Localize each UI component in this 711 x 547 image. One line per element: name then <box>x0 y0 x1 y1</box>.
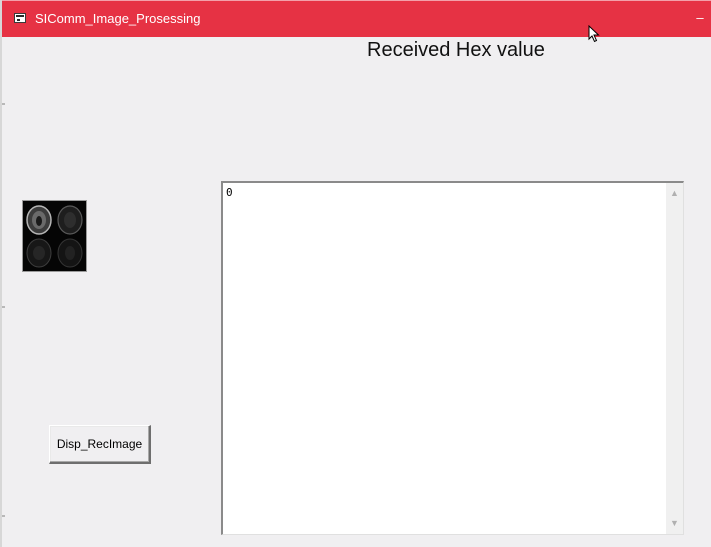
scroll-up-arrow-icon[interactable]: ▲ <box>666 185 683 202</box>
title-bar[interactable]: SIComm_Image_Prosessing – <box>2 0 711 37</box>
scroll-down-arrow-icon[interactable]: ▼ <box>666 515 683 532</box>
window-title: SIComm_Image_Prosessing <box>35 11 201 26</box>
vertical-scrollbar[interactable]: ▲ ▼ <box>666 183 683 534</box>
mri-image-thumbnail <box>22 200 87 272</box>
window-edge-mark <box>2 515 5 517</box>
hex-value-textbox[interactable]: 0 ▲ ▼ <box>221 181 684 535</box>
disp-recimage-button[interactable]: Disp_RecImage <box>49 425 151 464</box>
app-window: SIComm_Image_Prosessing – Received Hex v… <box>0 0 711 547</box>
window-edge-mark <box>2 103 5 105</box>
hex-value-text: 0 <box>226 186 233 199</box>
received-hex-heading: Received Hex value <box>367 39 545 61</box>
mouse-pointer-icon <box>588 25 600 43</box>
app-icon[interactable] <box>14 13 26 23</box>
window-edge-mark <box>2 306 5 308</box>
minimize-button[interactable]: – <box>692 9 708 27</box>
